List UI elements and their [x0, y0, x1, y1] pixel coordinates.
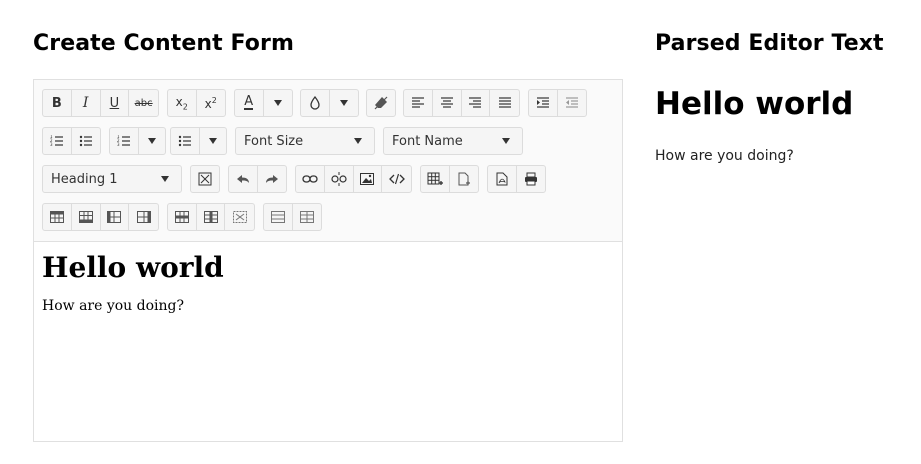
- insert-group: [295, 165, 412, 193]
- subscript-icon[interactable]: x2: [168, 90, 197, 116]
- font-name-label: Font Name: [392, 133, 463, 149]
- delete-column-icon[interactable]: [197, 204, 226, 230]
- superscript-icon[interactable]: x2: [197, 90, 225, 116]
- svg-text:3: 3: [117, 142, 120, 147]
- align-left-icon[interactable]: [404, 90, 433, 116]
- editor-heading[interactable]: Hello world: [42, 252, 612, 284]
- print-icon[interactable]: [517, 166, 545, 192]
- chevron-down-icon: [502, 138, 510, 144]
- insert-column-left-icon[interactable]: [101, 204, 130, 230]
- image-icon[interactable]: [354, 166, 383, 192]
- link-icon[interactable]: [296, 166, 325, 192]
- editor-content-area[interactable]: Hello world How are you doing?: [42, 242, 612, 315]
- chevron-down-icon: [161, 176, 169, 182]
- table-footer-icon[interactable]: [72, 204, 101, 230]
- outdent-icon[interactable]: [558, 90, 586, 116]
- new-page-icon[interactable]: [450, 166, 478, 192]
- clear-format-group: [366, 89, 396, 117]
- align-justify-icon[interactable]: [490, 90, 519, 116]
- underline-button[interactable]: U: [101, 90, 130, 116]
- strikethrough-button[interactable]: abc: [129, 90, 158, 116]
- history-group: [228, 165, 287, 193]
- merge-cells-icon[interactable]: [225, 204, 254, 230]
- indent-group: [528, 89, 587, 117]
- fill-color-icon[interactable]: [301, 90, 330, 116]
- number-format-icon[interactable]: 123: [110, 128, 139, 154]
- editor-paragraph[interactable]: How are you doing?: [42, 298, 612, 314]
- indent-icon[interactable]: [529, 90, 558, 116]
- font-size-label: Font Size: [244, 133, 304, 149]
- table-cells-group: [167, 203, 255, 231]
- format-dropdown[interactable]: Heading 1: [42, 165, 182, 193]
- table-rows-group: [42, 203, 159, 231]
- redo-icon[interactable]: [258, 166, 286, 192]
- alignment-group: [403, 89, 520, 117]
- chevron-down-icon[interactable]: [139, 128, 165, 154]
- font-color-group: A: [234, 89, 293, 117]
- fullscreen-icon[interactable]: [191, 166, 219, 192]
- pdf-icon[interactable]: [488, 166, 517, 192]
- background-color-group: [300, 89, 359, 117]
- parsed-title: Parsed Editor Text: [655, 31, 884, 56]
- font-name-dropdown[interactable]: Font Name: [383, 127, 523, 155]
- unordered-list-icon[interactable]: [72, 128, 100, 154]
- font-color-button[interactable]: A: [235, 90, 264, 116]
- chevron-down-icon: [354, 138, 362, 144]
- undo-icon[interactable]: [229, 166, 258, 192]
- font-size-dropdown[interactable]: Font Size: [235, 127, 375, 155]
- export-group: [487, 165, 546, 193]
- parsed-paragraph: How are you doing?: [655, 148, 794, 164]
- script-group: x2 x2: [167, 89, 226, 117]
- form-title: Create Content Form: [33, 31, 294, 56]
- bullet-format-icon[interactable]: [171, 128, 200, 154]
- chevron-down-icon[interactable]: [330, 90, 358, 116]
- source-code-icon[interactable]: [382, 166, 411, 192]
- bold-button[interactable]: B: [43, 90, 72, 116]
- insert-column-right-icon[interactable]: [129, 204, 158, 230]
- format-label: Heading 1: [51, 171, 118, 187]
- ordered-list-icon[interactable]: 123: [43, 128, 72, 154]
- insert-table-icon[interactable]: [421, 166, 450, 192]
- chevron-down-icon[interactable]: [264, 90, 292, 116]
- rich-text-editor: B I U abc x2 x2 A 1 2 3 1 2 3 Font Size …: [33, 79, 623, 442]
- fullscreen-group: [190, 165, 220, 193]
- split-cell-horizontal-icon[interactable]: [264, 204, 293, 230]
- chevron-down-icon[interactable]: [200, 128, 226, 154]
- text-style-group: B I U abc: [42, 89, 159, 117]
- align-center-icon[interactable]: [433, 90, 462, 116]
- table-header-icon[interactable]: [43, 204, 72, 230]
- clear-format-icon[interactable]: [367, 90, 395, 116]
- split-cell-vertical-icon[interactable]: [293, 204, 321, 230]
- table-insert-group: [420, 165, 479, 193]
- align-right-icon[interactable]: [462, 90, 491, 116]
- list-group: 123: [42, 127, 101, 155]
- italic-button[interactable]: I: [72, 90, 101, 116]
- editor-toolbar: B I U abc x2 x2 A 1 2 3 1 2 3 Font Size …: [34, 80, 622, 242]
- svg-text:3: 3: [50, 142, 53, 147]
- table-split-group: [263, 203, 322, 231]
- unlink-icon[interactable]: [325, 166, 354, 192]
- bullet-format-group: [170, 127, 227, 155]
- parsed-heading: Hello world: [655, 86, 854, 122]
- delete-row-icon[interactable]: [168, 204, 197, 230]
- numbered-list-format-group: 123: [109, 127, 166, 155]
